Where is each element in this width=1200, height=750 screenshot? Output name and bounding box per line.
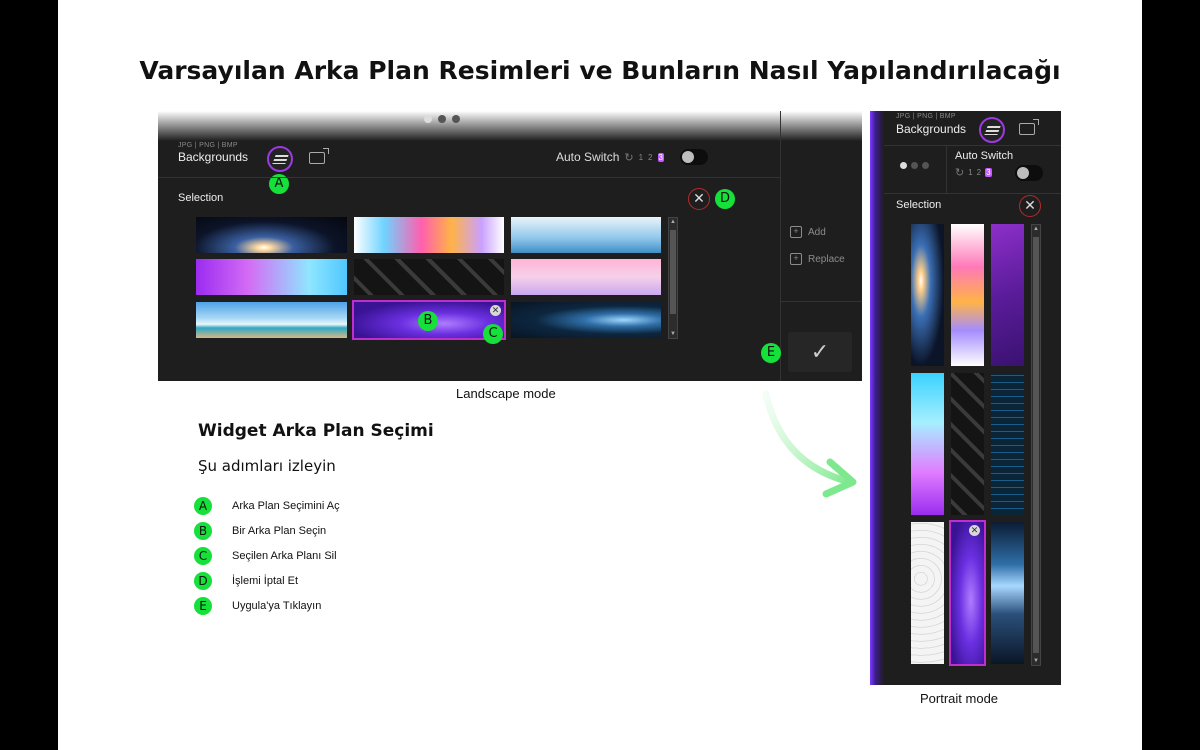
replace-icon: +	[790, 253, 802, 265]
cancel-button[interactable]: ✕	[688, 188, 710, 210]
apply-button[interactable]: ✓	[788, 332, 852, 372]
marker-e: E	[761, 343, 781, 363]
scroll-down-icon[interactable]: ▼	[1032, 658, 1040, 664]
page-dot[interactable]	[900, 162, 907, 169]
step-text: Arka Plan Seçimini Aç	[232, 500, 340, 512]
landscape-widget-panel: JPG | PNG | BMP Backgrounds A Auto Switc…	[158, 111, 862, 381]
page-dot[interactable]	[922, 162, 929, 169]
add-image-icon[interactable]	[1019, 119, 1039, 135]
add-label: Add	[808, 226, 826, 238]
step-marker: A	[194, 497, 212, 515]
cycle-icon: ↻	[624, 151, 634, 164]
replace-button[interactable]: + Replace	[790, 253, 845, 265]
background-thumbnail[interactable]	[354, 259, 504, 295]
thumbnail-scrollbar[interactable]: ▲ ▼	[1031, 224, 1041, 666]
cycle-icon: ↻	[955, 167, 965, 179]
selection-label: Selection	[896, 199, 942, 211]
scroll-up-icon[interactable]: ▲	[1032, 226, 1040, 232]
auto-switch-label: Auto Switch	[556, 150, 620, 164]
page-dot[interactable]	[911, 162, 918, 169]
step-item: C Seçilen Arka Planı Sil	[194, 547, 337, 565]
step-marker: E	[194, 597, 212, 615]
page-dot[interactable]	[424, 115, 432, 123]
background-thumbnail[interactable]	[991, 522, 1024, 664]
auto-switch-label: Auto Switch	[955, 150, 1014, 162]
selected-background-thumbnail[interactable]: ✕	[949, 520, 986, 666]
format-hint: JPG | PNG | BMP	[896, 113, 956, 120]
scroll-down-icon[interactable]: ▼	[669, 331, 677, 337]
landscape-caption: Landscape mode	[456, 386, 556, 401]
background-selection-button[interactable]	[267, 146, 293, 172]
background-thumbnail[interactable]	[911, 522, 944, 664]
step-item: E Uygula'ya Tıklayın	[194, 597, 321, 615]
interval-option[interactable]: 2	[648, 153, 652, 162]
slide: Varsayılan Arka Plan Resimleri ve Bunlar…	[58, 0, 1142, 750]
thumbnail-scrollbar[interactable]: ▲ ▼	[668, 217, 678, 339]
background-selection-icon	[271, 154, 289, 164]
auto-switch-toggle[interactable]	[1015, 165, 1043, 181]
background-thumbnail[interactable]	[511, 217, 661, 253]
add-image-icon[interactable]	[309, 148, 329, 164]
page-dots[interactable]	[900, 162, 929, 169]
background-thumbnail[interactable]	[951, 373, 984, 515]
step-item: D İşlemi İptal Et	[194, 572, 298, 590]
direction-arrow-icon	[762, 390, 857, 498]
interval-option[interactable]: 2	[977, 168, 981, 177]
replace-label: Replace	[808, 253, 845, 265]
backgrounds-label: Backgrounds	[178, 150, 249, 164]
interval-option-selected[interactable]: 3	[985, 168, 992, 177]
auto-switch-toggle[interactable]	[680, 149, 708, 165]
plus-icon: +	[790, 226, 802, 238]
auto-switch-intervals: ↻ 1 2 3	[955, 166, 992, 179]
interval-option[interactable]: 1	[968, 168, 972, 177]
background-thumbnail[interactable]	[991, 373, 1024, 515]
step-text: İşlemi İptal Et	[232, 575, 299, 587]
auto-switch: Auto Switch ↻ 1 2 3	[556, 150, 664, 164]
background-thumbnail[interactable]	[354, 217, 504, 253]
scroll-up-icon[interactable]: ▲	[669, 219, 677, 225]
marker-c: C	[483, 324, 503, 344]
background-thumbnail[interactable]	[951, 224, 984, 366]
background-thumbnail[interactable]	[196, 259, 347, 295]
background-selection-icon	[983, 125, 1001, 135]
selection-label: Selection	[178, 192, 224, 204]
instructions-heading: Widget Arka Plan Seçimi	[198, 421, 434, 441]
portrait-caption: Portrait mode	[920, 691, 999, 706]
step-marker: B	[194, 522, 212, 540]
step-text: Uygula'ya Tıklayın	[232, 600, 322, 612]
page-dot[interactable]	[452, 115, 460, 123]
marker-d: D	[715, 189, 735, 209]
background-selection-button[interactable]	[979, 117, 1005, 143]
background-thumbnail[interactable]	[511, 302, 661, 338]
interval-option-selected[interactable]: 3	[657, 152, 664, 162]
background-thumbnail[interactable]	[196, 302, 347, 338]
marker-b: B	[418, 311, 438, 331]
remove-background-icon[interactable]: ✕	[969, 525, 980, 536]
instructions-subheading: Şu adımları izleyin	[198, 457, 336, 475]
portrait-widget-panel: JPG | PNG | BMP Backgrounds Auto Switch …	[870, 111, 1061, 685]
step-text: Seçilen Arka Planı Sil	[232, 550, 337, 562]
step-item: B Bir Arka Plan Seçin	[194, 522, 326, 540]
page-dot[interactable]	[438, 115, 446, 123]
slide-title: Varsayılan Arka Plan Resimleri ve Bunlar…	[139, 56, 1061, 85]
background-thumbnail[interactable]	[911, 224, 944, 366]
cancel-button[interactable]: ✕	[1019, 195, 1041, 217]
page-dots[interactable]	[424, 115, 460, 123]
interval-option[interactable]: 1	[639, 153, 643, 162]
add-button[interactable]: + Add	[790, 226, 826, 238]
step-item: A Arka Plan Seçimini Aç	[194, 497, 340, 515]
remove-background-icon[interactable]: ✕	[490, 305, 501, 316]
step-marker: C	[194, 547, 212, 565]
backgrounds-label: Backgrounds	[896, 122, 967, 136]
background-thumbnail[interactable]	[511, 259, 661, 295]
step-marker: D	[194, 572, 212, 590]
step-text: Bir Arka Plan Seçin	[232, 525, 327, 537]
background-thumbnail[interactable]	[991, 224, 1024, 366]
format-hint: JPG | PNG | BMP	[178, 142, 238, 149]
background-thumbnail[interactable]	[196, 217, 347, 253]
background-thumbnail[interactable]	[911, 373, 944, 515]
